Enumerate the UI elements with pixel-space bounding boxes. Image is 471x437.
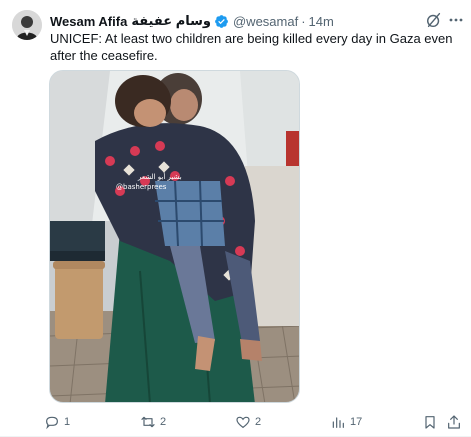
tweet-text: UNICEF: At least two children are being … (50, 31, 453, 63)
retweet-count: 2 (160, 416, 167, 428)
share-icon (448, 415, 460, 429)
views-chart-icon (332, 417, 344, 428)
retweet-icon (141, 416, 155, 428)
like-count: 2 (255, 416, 262, 428)
reply-button[interactable]: 1 (44, 412, 70, 432)
tweet-card[interactable]: Wesam Afifa وسام عفيفة @wesamaf · 14m UN… (0, 0, 471, 437)
watermark-handle: @basherprees (116, 183, 167, 191)
views-count: 17 (350, 416, 363, 428)
reply-count: 1 (64, 416, 71, 428)
grok-icon[interactable] (425, 11, 443, 29)
views-button[interactable]: 17 (330, 412, 362, 432)
author-avatar[interactable] (12, 10, 42, 40)
retweet-button[interactable]: 2 (140, 412, 166, 432)
author-name[interactable]: Wesam Afifa (50, 14, 127, 29)
tweet-actions: 1 2 2 17 (44, 412, 464, 432)
author-handle[interactable]: @wesamaf (233, 14, 298, 29)
heart-icon (236, 416, 250, 429)
more-options-icon[interactable] (448, 12, 464, 28)
tweet-header: Wesam Afifa وسام عفيفة @wesamaf · 14m (50, 12, 334, 30)
bookmark-button[interactable] (422, 412, 442, 432)
tweet-timestamp[interactable]: 14m (309, 14, 334, 29)
reply-icon (46, 416, 58, 430)
bookmark-icon (425, 416, 435, 429)
author-name-arabic[interactable]: وسام عفيفة (131, 13, 211, 29)
separator-dot: · (301, 13, 306, 29)
tweet-photo[interactable]: بشير أبو الشعر @basherprees (49, 70, 300, 403)
verified-badge-icon (215, 14, 228, 28)
photo-image: بشير أبو الشعر @basherprees (50, 71, 299, 402)
person-avatar-icon (12, 10, 42, 40)
watermark-arabic: بشير أبو الشعر (137, 172, 182, 181)
like-button[interactable]: 2 (235, 412, 261, 432)
share-button[interactable] (446, 412, 466, 432)
